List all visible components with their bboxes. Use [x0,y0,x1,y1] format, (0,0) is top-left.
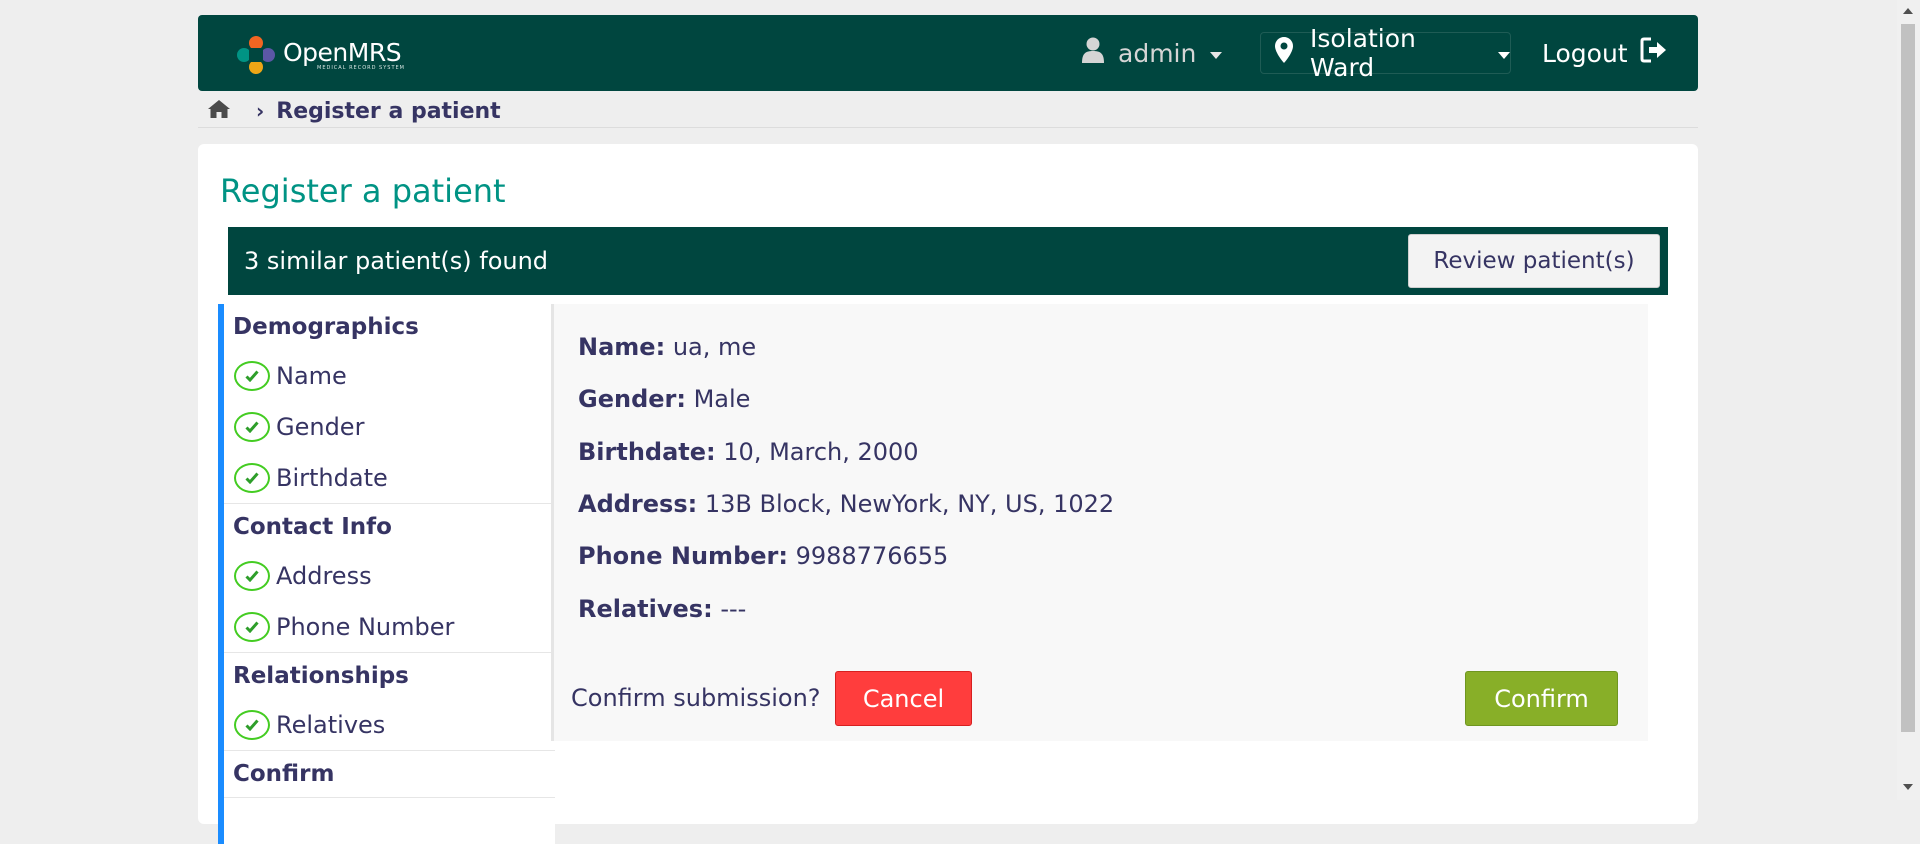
summary-value: 13B Block, NewYork, NY, US, 1022 [704,490,1115,518]
summary-label: Gender: [578,385,686,413]
breadcrumb-separator-icon: › [256,99,265,123]
step-gender[interactable]: Gender [224,401,555,452]
review-patients-button[interactable]: Review patient(s) [1408,234,1660,288]
scroll-down-arrow-icon[interactable] [1903,784,1913,790]
home-icon[interactable] [207,99,231,123]
summary-value: 9988776655 [795,542,949,570]
chevron-down-icon [1210,51,1223,59]
page-title: Register a patient [220,172,506,210]
summary-value: --- [720,595,747,623]
step-label: Relatives [276,710,386,739]
confirm-question: Confirm submission? [571,684,821,712]
step-address[interactable]: Address [224,550,555,601]
step-birthdate[interactable]: Birthdate [224,452,555,503]
step-name[interactable]: Name [224,350,555,401]
check-circle-icon [234,411,270,442]
check-circle-icon [234,611,270,642]
main-content: Register a patient 3 similar patient(s) … [198,144,1698,844]
location-selector[interactable]: Isolation Ward [1260,24,1511,82]
cancel-button[interactable]: Cancel [835,671,972,726]
section-heading-demographics[interactable]: Demographics [224,304,555,350]
scrollbar-thumb[interactable] [1901,24,1915,732]
vertical-scrollbar[interactable] [1897,0,1920,800]
summary-label: Name: [578,333,666,361]
openmrs-logo[interactable]: OpenMRS MEDICAL RECORD SYSTEM [236,35,405,75]
location-name: Isolation Ward [1310,24,1416,82]
chevron-down-icon [1498,51,1510,59]
scroll-up-arrow-icon[interactable] [1903,8,1913,14]
section-contact-info: Contact Info Address Phone Number [224,504,555,653]
check-circle-icon [234,709,270,740]
logout-link[interactable]: Logout [1542,33,1668,73]
breadcrumb: › Register a patient [207,96,501,126]
map-marker-icon [1275,37,1293,69]
section-heading-contact-info[interactable]: Contact Info [224,504,555,550]
summary-address: Address: 13B Block, NewYork, NY, US, 102… [578,490,1114,518]
section-relationships: Relationships Relatives [224,653,555,751]
step-relatives[interactable]: Relatives [224,699,555,750]
summary-value: ua, me [672,333,757,361]
summary-label: Phone Number: [578,542,788,570]
breadcrumb-current: Register a patient [276,98,501,124]
summary-value: 10, March, 2000 [723,438,919,466]
breadcrumb-divider [198,127,1698,128]
summary-birthdate: Birthdate: 10, March, 2000 [578,438,919,466]
step-label: Gender [276,412,365,441]
confirm-button[interactable]: Confirm [1465,671,1618,726]
top-header: OpenMRS MEDICAL RECORD SYSTEM admin Isol… [198,15,1698,91]
check-circle-icon [234,560,270,591]
section-confirm: Confirm [224,751,555,798]
step-label: Address [276,561,372,590]
logo-subtitle: MEDICAL RECORD SYSTEM [317,64,405,71]
check-circle-icon [234,360,270,391]
summary-gender: Gender: Male [578,385,750,413]
check-circle-icon [234,462,270,493]
step-phone-number[interactable]: Phone Number [224,601,555,652]
similar-patients-banner: 3 similar patient(s) found Review patien… [228,227,1668,295]
openmrs-logo-icon [236,35,276,75]
logout-label: Logout [1542,38,1628,68]
summary-phone: Phone Number: 9988776655 [578,542,948,570]
summary-relatives: Relatives: --- [578,595,746,623]
user-name: admin [1118,38,1197,68]
summary-label: Relatives: [578,595,713,623]
step-label: Name [276,361,347,390]
logout-icon [1640,37,1668,69]
summary-value: Male [693,385,751,413]
section-demographics: Demographics Name Gender Birthdate [224,304,555,504]
logo-name: OpenMRS [283,37,402,67]
step-label: Phone Number [276,612,455,641]
registration-steps-nav: Demographics Name Gender Birthdate Conta… [218,304,555,844]
section-heading-relationships[interactable]: Relationships [224,653,555,699]
summary-name: Name: ua, me [578,333,756,361]
summary-label: Address: [578,490,698,518]
user-menu[interactable]: admin [1082,33,1223,73]
similar-patients-text: 3 similar patient(s) found [244,247,549,275]
summary-label: Birthdate: [578,438,716,466]
step-label: Birthdate [276,463,388,492]
confirmation-summary: Name: ua, me Gender: Male Birthdate: 10,… [551,304,1648,741]
user-icon [1082,37,1104,69]
section-heading-confirm[interactable]: Confirm [224,751,555,797]
